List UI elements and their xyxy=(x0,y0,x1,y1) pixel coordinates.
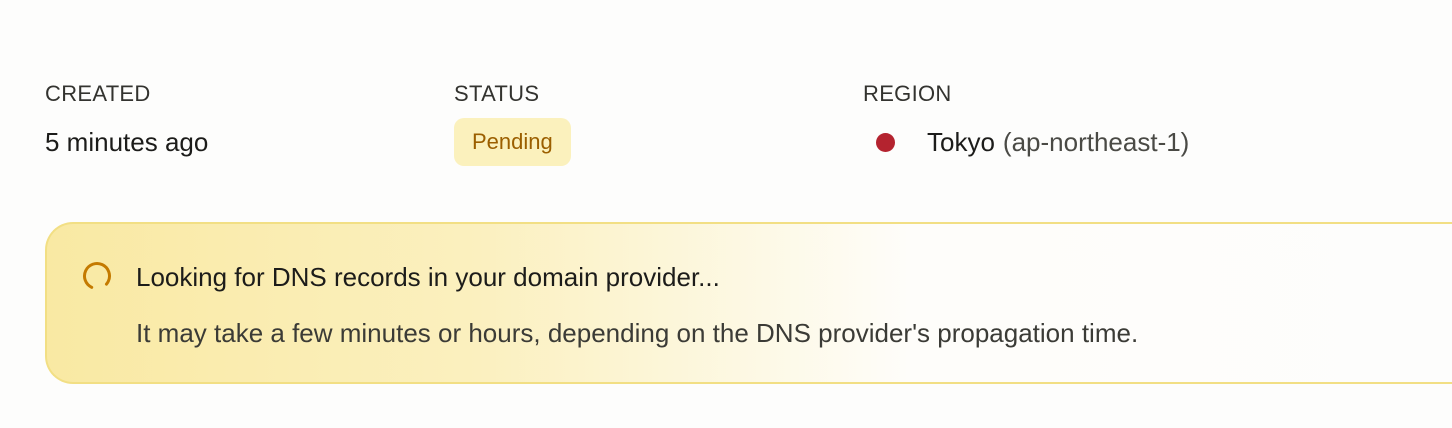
banner-description: It may take a few minutes or hours, depe… xyxy=(136,318,1139,348)
region-label: REGION xyxy=(863,81,952,106)
created-value: 5 minutes ago xyxy=(45,127,209,157)
details-row: CREATED 5 minutes ago STATUS Pending REG… xyxy=(45,80,1423,174)
status-badge: Pending xyxy=(454,118,571,166)
spinner-icon xyxy=(83,262,111,290)
created-label: CREATED xyxy=(45,81,151,106)
created-field: CREATED 5 minutes ago xyxy=(45,80,454,174)
dns-verification-banner: Looking for DNS records in your domain p… xyxy=(45,222,1452,384)
status-field: STATUS Pending xyxy=(454,80,863,174)
region-code: (ap-northeast-1) xyxy=(1002,127,1190,157)
banner-title: Looking for DNS records in your domain p… xyxy=(136,262,720,292)
status-label: STATUS xyxy=(454,81,540,106)
region-name: Tokyo xyxy=(927,127,995,157)
japan-flag-icon xyxy=(876,132,895,152)
region-value: Tokyo (ap-northeast-1) xyxy=(863,126,1423,158)
region-field: REGION Tokyo (ap-northeast-1) xyxy=(863,80,1423,174)
domain-details-page: CREATED 5 minutes ago STATUS Pending REG… xyxy=(0,0,1452,428)
